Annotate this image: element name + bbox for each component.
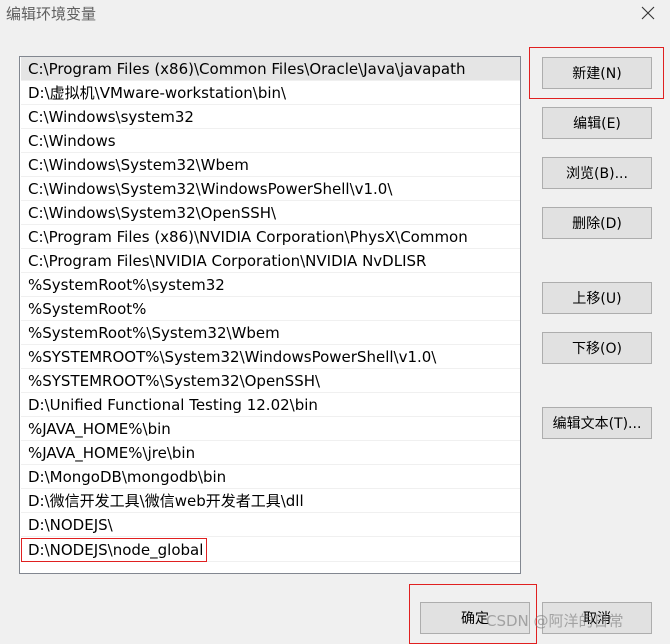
list-item[interactable]: C:\Program Files (x86)\Common Files\Orac… (21, 57, 520, 81)
watermark: CSDN @阿洋的日常 (486, 612, 624, 630)
list-item[interactable]: %SystemRoot% (21, 297, 520, 321)
list-item[interactable]: %SYSTEMROOT%\System32\WindowsPowerShell\… (21, 345, 520, 369)
close-icon (641, 6, 655, 20)
list-item[interactable]: C:\Program Files (x86)\NVIDIA Corporatio… (21, 225, 520, 249)
delete-button[interactable]: 删除(D) (542, 207, 652, 239)
list-item[interactable]: D:\MongoDB\mongodb\bin (21, 465, 520, 489)
list-item[interactable]: C:\Windows (21, 129, 520, 153)
list-item[interactable]: C:\Windows\System32\WindowsPowerShell\v1… (21, 177, 520, 201)
close-button[interactable] (636, 0, 660, 26)
list-item[interactable]: C:\Program Files\NVIDIA Corporation\NVID… (21, 249, 520, 273)
list-item[interactable]: D:\Unified Functional Testing 12.02\bin (21, 393, 520, 417)
list-item[interactable]: %SYSTEMROOT%\System32\OpenSSH\ (21, 369, 520, 393)
list-item[interactable]: %JAVA_HOME%\bin (21, 417, 520, 441)
list-item-editing[interactable]: D:\NODEJS\node_global (21, 538, 520, 562)
path-list[interactable]: C:\Program Files (x86)\Common Files\Orac… (19, 56, 521, 574)
move-up-button[interactable]: 上移(U) (542, 282, 652, 314)
edit-button[interactable]: 编辑(E) (542, 107, 652, 139)
list-item[interactable]: C:\Windows\System32\Wbem (21, 153, 520, 177)
list-item[interactable]: C:\Windows\System32\OpenSSH\ (21, 201, 520, 225)
move-down-button[interactable]: 下移(O) (542, 332, 652, 364)
list-item[interactable]: %JAVA_HOME%\jre\bin (21, 441, 520, 465)
window-title: 编辑环境变量 (6, 5, 97, 23)
list-item[interactable]: D:\微信开发工具\微信web开发者工具\dll (21, 489, 520, 513)
edit-text-button[interactable]: 编辑文本(T)... (542, 407, 652, 439)
list-item[interactable]: D:\NODEJS\ (21, 513, 520, 537)
list-item[interactable]: C:\Windows\system32 (21, 105, 520, 129)
browse-button[interactable]: 浏览(B)... (542, 157, 652, 189)
new-button[interactable]: 新建(N) (542, 57, 652, 89)
list-item[interactable]: %SystemRoot%\System32\Wbem (21, 321, 520, 345)
list-item[interactable]: D:\虚拟机\VMware-workstation\bin\ (21, 81, 520, 105)
list-item[interactable]: %SystemRoot%\system32 (21, 273, 520, 297)
